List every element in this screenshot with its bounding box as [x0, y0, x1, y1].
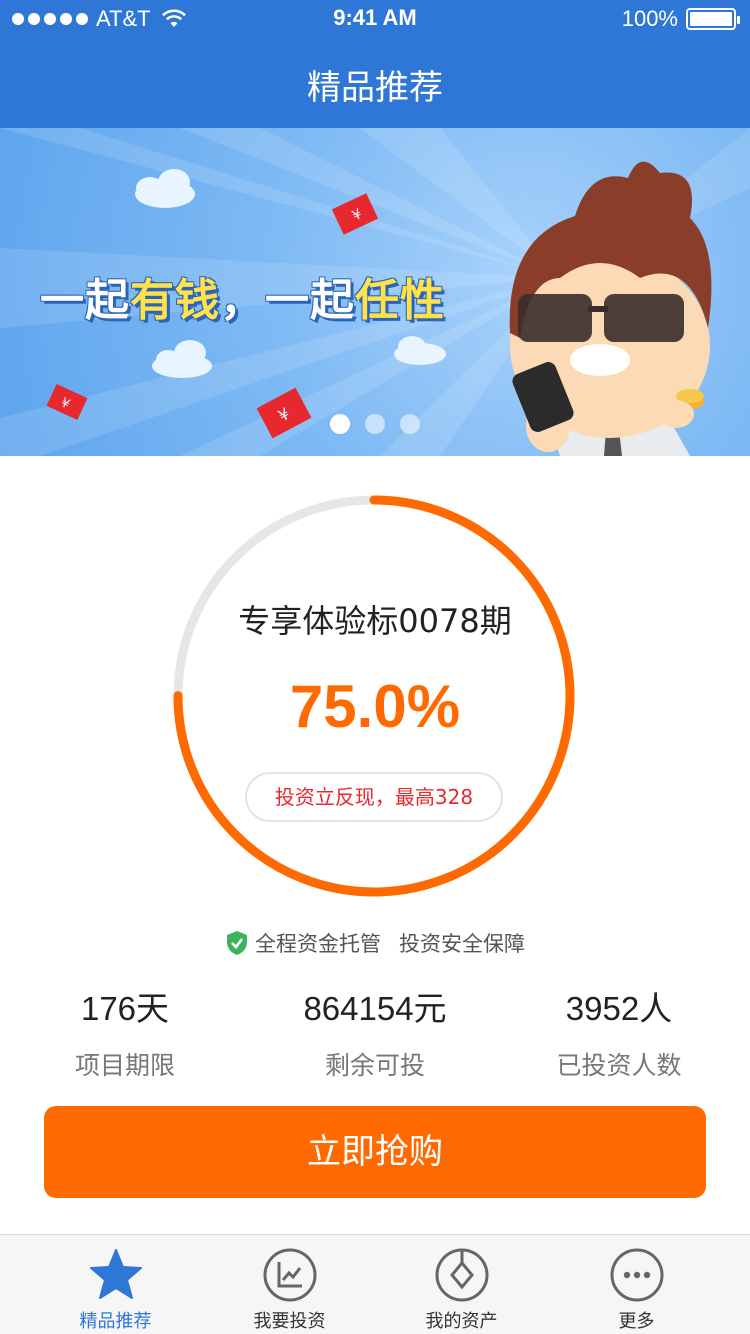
buy-now-button[interactable]: 立即抢购 [44, 1106, 706, 1198]
tab-featured[interactable]: 精品推荐 [22, 1235, 209, 1334]
tab-label: 我要投资 [253, 1311, 326, 1332]
cashback-badge: 投资立反现，最高328 [245, 772, 503, 822]
carousel-dot-2[interactable] [365, 414, 385, 434]
more-icon [610, 1248, 663, 1302]
page-title: 精品推荐 [307, 68, 443, 108]
tab-more[interactable]: 更多 [543, 1235, 730, 1334]
carousel-dot-3[interactable] [400, 414, 420, 434]
stat-label: 剩余可投 [324, 1051, 425, 1080]
product-name[interactable]: 专享体验标0078期 [0, 596, 750, 642]
stat-label: 项目期限 [74, 1051, 175, 1080]
slogan-part: ，一起 [220, 275, 355, 326]
battery-percent: 100% [621, 6, 678, 31]
tab-invest[interactable]: 我要投资 [196, 1235, 383, 1334]
slogan-part: 一起 [40, 275, 130, 326]
banner-slogan: 一起有钱，一起任性 [40, 264, 445, 328]
stat-label: 已投资人数 [556, 1051, 682, 1080]
stat-investors: 3952人 已投资人数 [494, 982, 744, 1082]
cartoon-character [509, 161, 712, 456]
tab-label: 精品推荐 [79, 1311, 152, 1332]
promo-banner[interactable]: ¥ ¥ ¥ 一起有钱，一起任性 [0, 128, 750, 456]
tab-assets[interactable]: 我的资产 [368, 1235, 555, 1334]
tab-label: 更多 [618, 1311, 655, 1332]
guarantee-row: 全程资金托管 投资安全保障 [0, 928, 750, 958]
carousel-indicator[interactable] [330, 414, 420, 434]
slogan-highlight: 有钱 [130, 275, 220, 326]
stat-value: 3952人 [565, 990, 673, 1027]
guarantee-custody: 全程资金托管 [255, 932, 381, 956]
stat-value: 176天 [80, 990, 170, 1027]
tab-bar: 精品推荐 我要投资 我的资产 更多 [0, 1234, 750, 1334]
tab-label: 我的资产 [425, 1311, 498, 1332]
star-icon [89, 1249, 142, 1299]
battery-status: 100% [621, 6, 740, 32]
shield-check-icon [227, 931, 247, 955]
stat-term: 176天 项目期限 [0, 982, 250, 1082]
asset-icon [435, 1248, 488, 1302]
stats-row: 176天 项目期限 864154元 剩余可投 3952人 已投资人数 [0, 982, 750, 1092]
stat-remaining: 864154元 剩余可投 [250, 982, 500, 1082]
progress-percent: 75.0% [289, 673, 461, 740]
guarantee-safety: 投资安全保障 [399, 932, 525, 956]
slogan-highlight: 任性 [355, 275, 445, 326]
battery-icon [686, 8, 740, 30]
stat-value: 864154元 [303, 990, 447, 1027]
top-bar: AT&T 9:41 AM 100% 精品推荐 [0, 0, 750, 128]
status-bar: AT&T 9:41 AM 100% [0, 0, 750, 38]
chart-icon [263, 1248, 316, 1302]
carousel-dot-1[interactable] [330, 414, 350, 434]
